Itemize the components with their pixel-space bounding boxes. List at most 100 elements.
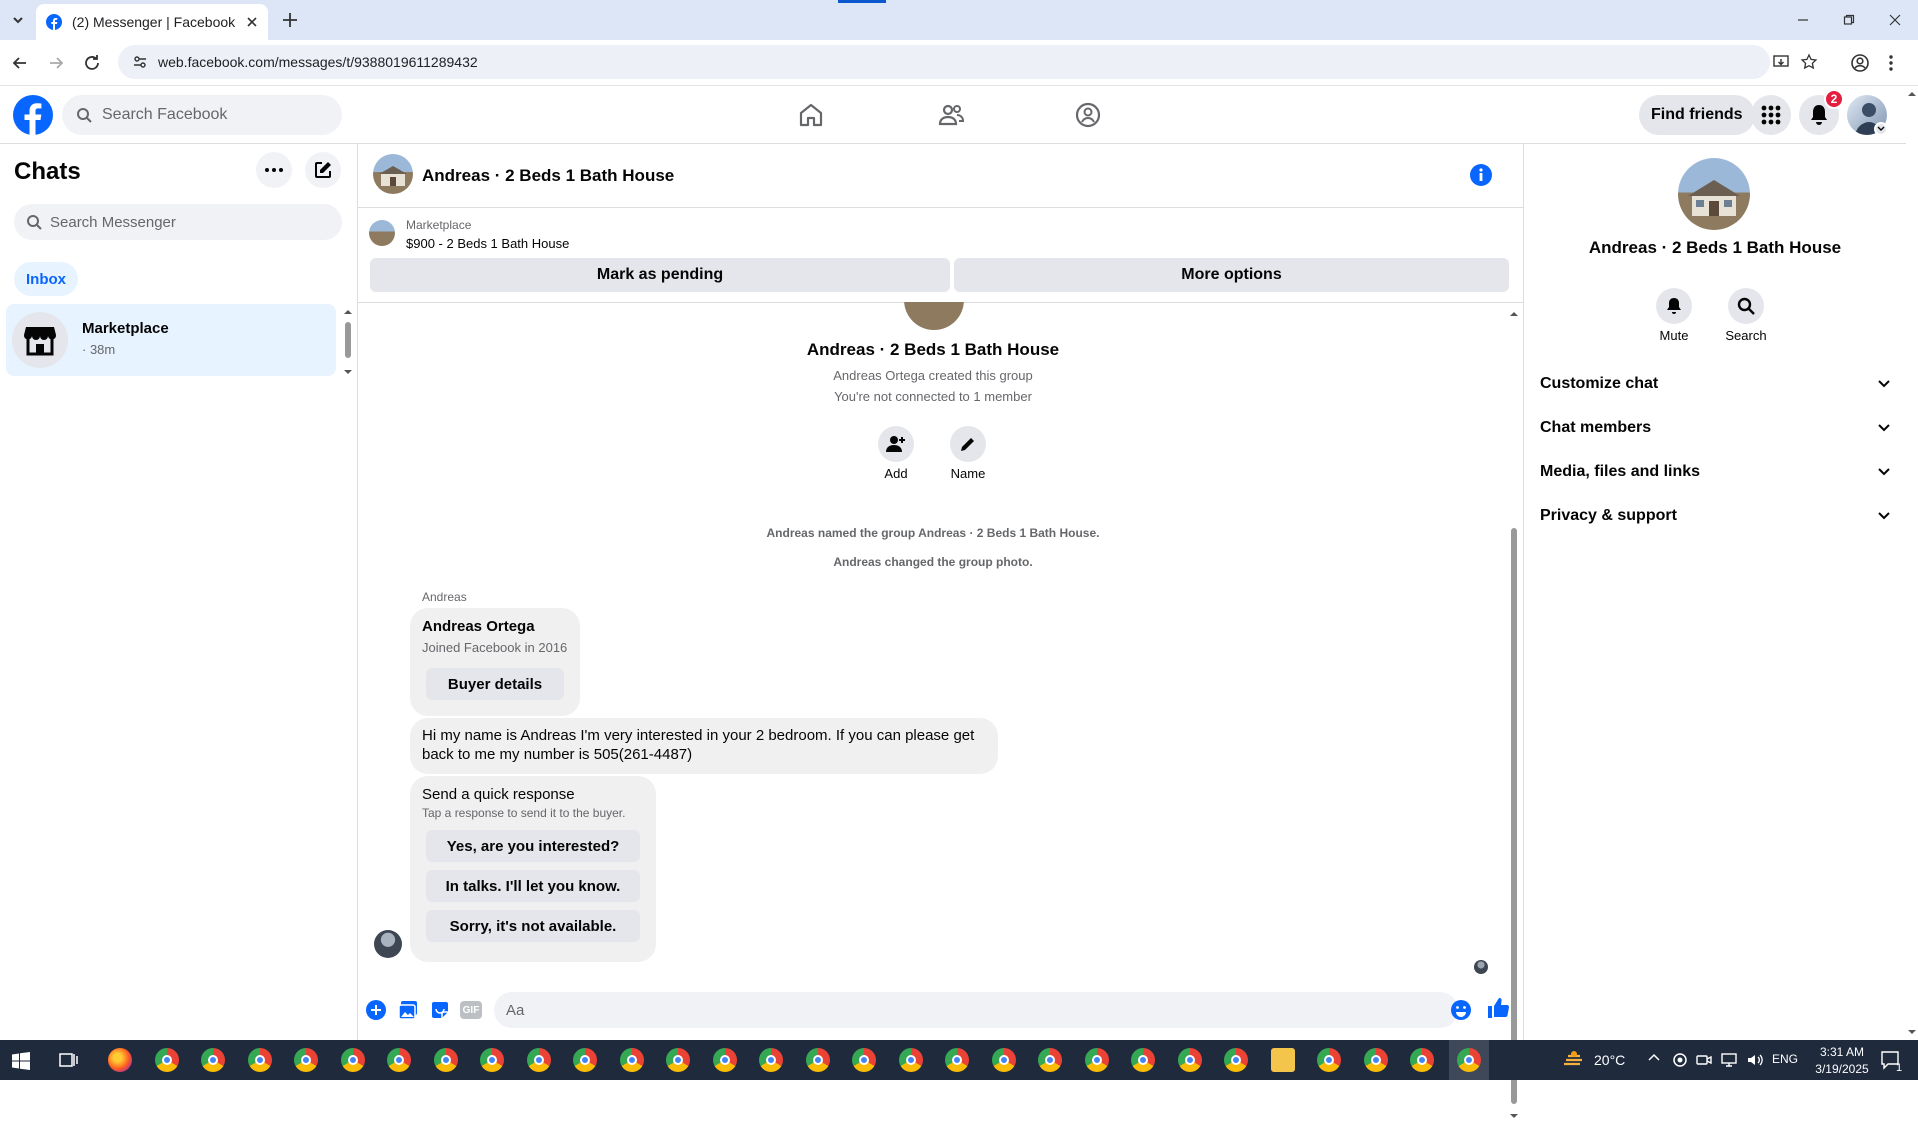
reload-icon[interactable]: [82, 53, 102, 73]
chrome-app-icon[interactable]: [898, 1048, 923, 1072]
back-arrow-icon[interactable]: [10, 53, 30, 73]
new-tab-plus-icon[interactable]: [280, 10, 300, 30]
chrome-app-icon[interactable]: [1317, 1048, 1341, 1072]
restore-window-icon[interactable]: [1826, 0, 1872, 40]
tray-app-icon[interactable]: [1672, 1052, 1688, 1068]
chat-list-scrollbar[interactable]: [344, 308, 352, 376]
message-bubble[interactable]: Hi my name is Andreas I'm very intereste…: [410, 718, 998, 774]
chrome-app-icon[interactable]: [852, 1048, 876, 1072]
search-in-conversation-button[interactable]: [1728, 288, 1764, 324]
info-panel-avatar[interactable]: [1678, 158, 1750, 230]
tab-search-chevron-icon[interactable]: [8, 10, 28, 30]
chrome-app-icon[interactable]: [526, 1048, 551, 1072]
mute-button[interactable]: [1656, 288, 1692, 324]
meet-now-icon[interactable]: [1696, 1052, 1712, 1068]
chrome-app-icon[interactable]: [1410, 1048, 1434, 1072]
like-thumbs-up-icon[interactable]: [1486, 996, 1510, 1020]
attach-photo-icon[interactable]: [398, 1000, 418, 1020]
weather-temperature[interactable]: 20°C: [1594, 1052, 1625, 1068]
groups-nav-icon[interactable]: [1074, 101, 1102, 129]
quick-response-option[interactable]: Yes, are you interested?: [426, 830, 640, 862]
file-explorer-app-icon[interactable]: [1270, 1048, 1295, 1072]
sender-avatar[interactable]: [374, 930, 402, 958]
chrome-app-icon[interactable]: [1456, 1048, 1481, 1072]
chrome-app-icon[interactable]: [1224, 1048, 1248, 1072]
chrome-app-icon[interactable]: [480, 1048, 504, 1072]
chrome-app-icon[interactable]: [805, 1048, 830, 1072]
chrome-app-icon[interactable]: [247, 1048, 272, 1072]
page-scrollbar[interactable]: [1906, 86, 1918, 1040]
more-options-button[interactable]: More options: [954, 258, 1509, 292]
mark-as-pending-button[interactable]: Mark as pending: [370, 258, 950, 292]
close-window-icon[interactable]: [1872, 0, 1918, 40]
home-nav-icon[interactable]: [797, 101, 825, 129]
inbox-filter-tab[interactable]: Inbox: [14, 262, 78, 296]
listing-description[interactable]: $900 - 2 Beds 1 Bath House: [406, 236, 569, 251]
browser-tab-messenger[interactable]: (2) Messenger | Facebook: [36, 4, 268, 40]
browser-menu-kebab-icon[interactable]: [1888, 53, 1894, 73]
chrome-app-icon[interactable]: [1363, 1048, 1388, 1072]
minimize-window-icon[interactable]: [1780, 0, 1826, 40]
chrome-app-icon[interactable]: [573, 1048, 597, 1072]
chrome-app-icon[interactable]: [340, 1048, 365, 1072]
more-actions-plus-icon[interactable]: [366, 1000, 386, 1020]
chrome-app-icon[interactable]: [991, 1048, 1016, 1072]
chrome-app-icon[interactable]: [387, 1048, 411, 1072]
network-icon[interactable]: [1720, 1052, 1738, 1068]
chrome-app-icon[interactable]: [759, 1048, 783, 1072]
chat-members-section[interactable]: Chat members: [1540, 408, 1890, 448]
chrome-app-icon[interactable]: [1038, 1048, 1062, 1072]
weather-icon[interactable]: [1562, 1050, 1586, 1070]
media-files-links-section[interactable]: Media, files and links: [1540, 452, 1890, 492]
chrome-app-icon[interactable]: [619, 1048, 644, 1072]
forward-arrow-icon[interactable]: [46, 53, 66, 73]
tab-close-icon[interactable]: [246, 16, 258, 28]
edit-name-button[interactable]: [950, 426, 986, 462]
facebook-search-input[interactable]: Search Facebook: [62, 95, 342, 135]
clock-time[interactable]: 3:31 AM: [1808, 1045, 1876, 1059]
quick-response-option[interactable]: In talks. I'll let you know.: [426, 870, 640, 902]
privacy-support-section[interactable]: Privacy & support: [1540, 496, 1890, 536]
conversation-title[interactable]: Andreas · 2 Beds 1 Bath House: [422, 166, 674, 186]
sticker-icon[interactable]: [430, 1000, 450, 1020]
bookmark-star-icon[interactable]: [1800, 53, 1818, 71]
messenger-search-input[interactable]: Search Messenger: [14, 204, 342, 240]
volume-icon[interactable]: [1746, 1052, 1764, 1068]
conversation-info-icon[interactable]: [1470, 164, 1492, 186]
facebook-logo-icon[interactable]: [13, 95, 53, 135]
chrome-app-icon[interactable]: [433, 1048, 458, 1072]
chats-options-button[interactable]: [256, 152, 292, 188]
conversation-avatar[interactable]: [373, 154, 413, 194]
emoji-icon[interactable]: [1450, 999, 1472, 1021]
message-composer-input[interactable]: Aa: [494, 992, 1458, 1028]
gif-icon[interactable]: GIF: [460, 1001, 482, 1019]
chrome-app-icon[interactable]: [154, 1048, 179, 1072]
chat-list-item-marketplace[interactable]: Marketplace · 38m: [6, 304, 336, 376]
clock-date[interactable]: 3/19/2025: [1808, 1062, 1876, 1076]
listing-thumbnail[interactable]: [369, 220, 395, 246]
chrome-app-icon[interactable]: [1084, 1048, 1109, 1072]
new-message-button[interactable]: [305, 152, 341, 188]
chrome-app-icon[interactable]: [201, 1048, 225, 1072]
friends-nav-icon[interactable]: [937, 101, 965, 129]
chrome-app-icon[interactable]: [1131, 1048, 1155, 1072]
install-app-icon[interactable]: [1772, 53, 1790, 71]
chrome-app-icon[interactable]: [945, 1048, 969, 1072]
chrome-app-icon[interactable]: [1177, 1048, 1202, 1072]
site-info-icon[interactable]: [132, 54, 148, 70]
add-member-button[interactable]: [878, 426, 914, 462]
customize-chat-section[interactable]: Customize chat: [1540, 364, 1890, 404]
input-language[interactable]: ENG: [1772, 1052, 1798, 1066]
find-friends-button[interactable]: Find friends: [1639, 95, 1755, 135]
chrome-app-icon[interactable]: [294, 1048, 318, 1072]
quick-response-option[interactable]: Sorry, it's not available.: [426, 910, 640, 942]
account-chevron-down-icon[interactable]: [1874, 122, 1888, 136]
windows-start-icon[interactable]: [12, 1052, 30, 1070]
show-hidden-icons-chevron-icon[interactable]: [1648, 1053, 1660, 1061]
menu-grid-button[interactable]: [1751, 95, 1791, 135]
chrome-app-icon[interactable]: [712, 1048, 737, 1072]
buyer-details-button[interactable]: Buyer details: [426, 668, 564, 700]
firefox-app-icon[interactable]: [108, 1048, 132, 1072]
address-bar[interactable]: web.facebook.com/messages/t/938801961128…: [118, 45, 1818, 79]
chrome-app-icon[interactable]: [666, 1048, 690, 1072]
